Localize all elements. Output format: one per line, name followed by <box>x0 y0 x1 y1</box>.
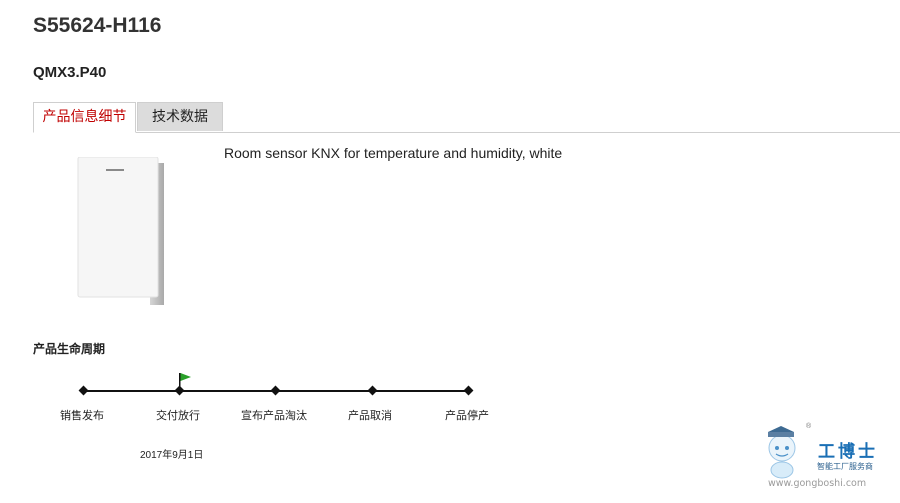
lifecycle-title: 产品生命周期 <box>33 342 106 356</box>
current-stage-flag-icon <box>179 373 191 392</box>
lifecycle-timeline: 销售发布 交付放行 宣布产品淘汰 产品取消 产品停产 2017年9月1日 <box>0 360 520 470</box>
watermark-url: www.gongboshi.com <box>768 478 867 489</box>
timeline-dot-cancel <box>367 385 378 396</box>
stage-label-sales-release: 销售发布 <box>60 410 104 422</box>
product-code-title: S55624-H116 <box>33 14 162 37</box>
stage-label-delivery-release: 交付放行 <box>156 410 200 422</box>
product-model: QMX3.P40 <box>33 64 107 81</box>
product-image <box>77 157 164 305</box>
watermark-reg-mark: ® <box>806 423 812 430</box>
stage-label-phase-out: 宣布产品淘汰 <box>241 410 307 422</box>
timeline-dot-phase-out <box>270 385 281 396</box>
timeline-dot-discontinued <box>463 385 474 396</box>
product-description: Room sensor KNX for temperature and humi… <box>224 145 563 161</box>
tab-bar: 产品信息细节 技术数据 <box>33 102 900 133</box>
watermark-brand: 工博士 <box>818 442 878 462</box>
tab-technical-data[interactable]: 技术数据 <box>137 102 223 131</box>
delivery-release-date: 2017年9月1日 <box>140 450 204 461</box>
stage-label-cancel: 产品取消 <box>348 410 392 422</box>
stage-label-discontinued: 产品停产 <box>445 410 489 422</box>
watermark-tagline: 智能工厂服务商 <box>817 462 873 471</box>
timeline-dot-sales-release <box>78 385 89 396</box>
tab-product-details[interactable]: 产品信息细节 <box>33 102 136 133</box>
